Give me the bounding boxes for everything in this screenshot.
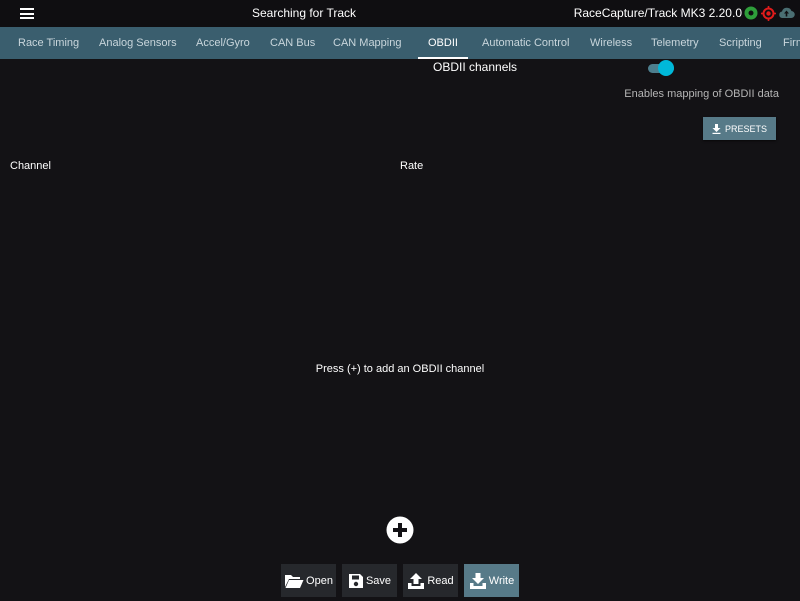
toggle-knob [658, 60, 674, 76]
column-header-channel: Channel [10, 160, 51, 172]
tab-race-timing[interactable]: Race Timing [18, 27, 79, 59]
tab-accel-gyro[interactable]: Accel/Gyro [196, 27, 250, 59]
target-status-icon [761, 6, 776, 21]
presets-button[interactable]: PRESETS [703, 117, 776, 140]
download-icon [712, 123, 721, 134]
add-channel-button[interactable] [386, 516, 414, 544]
save-button[interactable]: Save [342, 564, 397, 597]
tab-firmware[interactable]: Firmware [783, 27, 800, 59]
tab-analog-sensors[interactable]: Analog Sensors [99, 27, 177, 59]
tab-scripting[interactable]: Scripting [719, 27, 762, 59]
status-text: Searching for Track [251, 6, 357, 20]
obdii-enable-toggle[interactable] [648, 59, 676, 77]
app-title: RaceCapture/Track MK3 2.20.0 [573, 6, 742, 20]
folder-open-icon [285, 574, 304, 588]
open-button[interactable]: Open [281, 564, 336, 597]
column-header-rate: Rate [400, 160, 424, 172]
read-label: Read [427, 574, 454, 587]
read-button[interactable]: Read [403, 564, 458, 597]
tab-bar: Race Timing Analog Sensors Accel/Gyro CA… [0, 27, 800, 59]
empty-state-hint: Press (+) to add an OBDII channel [315, 363, 485, 375]
active-tab-indicator [418, 57, 468, 59]
tab-obdii[interactable]: OBDII [418, 27, 468, 59]
write-button[interactable]: Write [464, 564, 519, 597]
status-icons [744, 6, 795, 22]
tab-obdii-label: OBDII [428, 37, 458, 49]
write-label: Write [488, 574, 515, 587]
open-label: Open [306, 574, 333, 587]
tab-wireless[interactable]: Wireless [590, 27, 632, 59]
download-icon [469, 572, 486, 589]
cloud-upload-icon [779, 7, 795, 19]
tab-can-mapping[interactable]: CAN Mapping [333, 27, 401, 59]
presets-label: PRESETS [724, 123, 767, 134]
top-bar: Searching for Track RaceCapture/Track MK… [0, 0, 800, 27]
upload-icon [408, 572, 425, 589]
toggle-description: Enables mapping of OBDII data [624, 88, 779, 100]
plus-icon [386, 516, 414, 544]
tab-can-bus[interactable]: CAN Bus [270, 27, 315, 59]
save-label: Save [365, 574, 392, 587]
tab-telemetry[interactable]: Telemetry [651, 27, 699, 59]
section-title: OBDII channels [433, 60, 518, 74]
save-icon [348, 573, 363, 588]
gps-status-icon [744, 6, 758, 20]
tab-automatic-control[interactable]: Automatic Control [482, 27, 569, 59]
